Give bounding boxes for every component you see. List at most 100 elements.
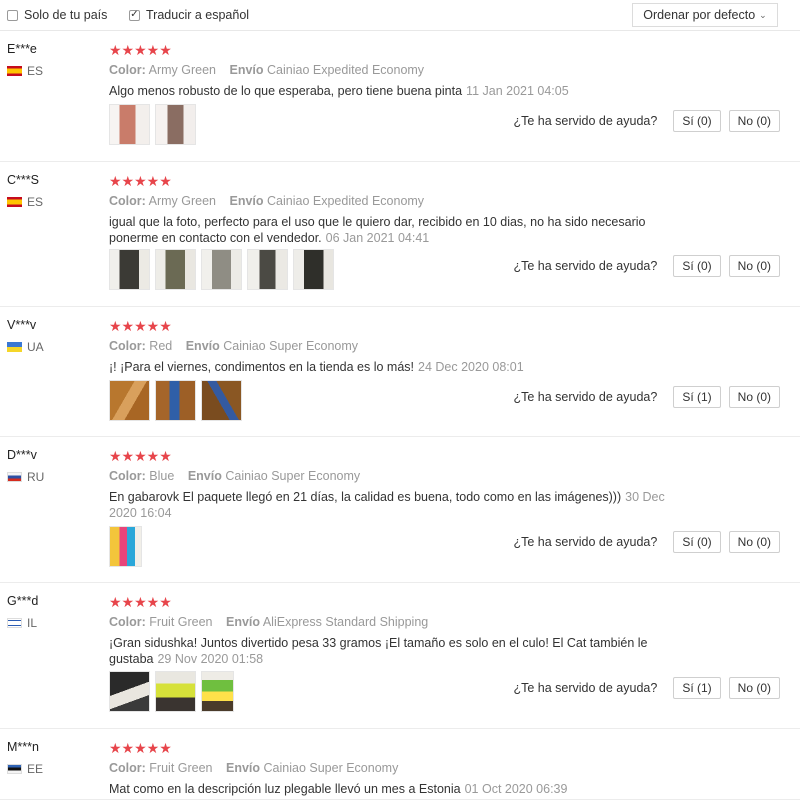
review-photos — [109, 671, 234, 712]
shipping-key: Envío — [226, 615, 261, 629]
review-photo[interactable] — [109, 671, 150, 712]
country-code: EE — [27, 762, 44, 776]
review-text: Mat como en la descripción luz plegable … — [109, 781, 689, 797]
vote-yes-button[interactable]: Sí (0) — [673, 110, 721, 132]
color-value: Army Green — [148, 194, 216, 208]
vote-no-button[interactable]: No (0) — [728, 255, 780, 277]
checkbox-unchecked-icon[interactable] — [7, 9, 18, 21]
estonia-flag-icon — [7, 764, 22, 774]
color-key: Color: — [109, 469, 146, 483]
helpful-votes: ¿Te ha servido de ayuda? Sí (0) No (0) — [513, 110, 780, 132]
color-value: Army Green — [148, 63, 216, 77]
reviewer-name: D***v — [7, 448, 37, 462]
reviewer-name: V***v — [7, 318, 37, 332]
review-meta: Color: Red Envío Cainiao Super Economy — [109, 339, 368, 353]
review-photos — [109, 526, 142, 567]
sort-dropdown[interactable]: Ordenar por defecto ⌄ — [632, 3, 778, 27]
sort-label: Ordenar por defecto — [643, 8, 756, 22]
helpful-question: ¿Te ha servido de ayuda? — [513, 681, 658, 695]
helpful-votes: ¿Te ha servido de ayuda? Sí (1) No (0) — [513, 677, 780, 699]
vote-no-button[interactable]: No (0) — [728, 531, 780, 553]
color-key: Color: — [109, 339, 146, 353]
review-photo[interactable] — [201, 380, 242, 421]
review-photo[interactable] — [201, 671, 234, 712]
review-meta: Color: Fruit Green Envío AliExpress Stan… — [109, 615, 438, 629]
review-photo[interactable] — [155, 380, 196, 421]
spain-flag-icon — [7, 66, 22, 76]
review-date: 29 Nov 2020 01:58 — [157, 652, 264, 666]
review-photo[interactable] — [109, 380, 150, 421]
review-photo[interactable] — [293, 249, 334, 290]
review-photo[interactable] — [247, 249, 288, 290]
vote-no-button[interactable]: No (0) — [728, 386, 780, 408]
helpful-question: ¿Te ha servido de ayuda? — [513, 114, 658, 128]
review-text: ¡Gran sidushka! Juntos divertido pesa 33… — [109, 635, 669, 667]
helpful-votes: ¿Te ha servido de ayuda? Sí (0) No (0) — [513, 531, 780, 553]
review-item: V***v UA ★★★★★ Color: Red Envío Cainiao … — [0, 308, 800, 437]
own-country-checkbox[interactable]: Solo de tu país — [7, 8, 107, 22]
review-photos — [109, 104, 196, 145]
review-item: M***n EE ★★★★★ Color: Fruit Green Envío … — [0, 730, 800, 800]
review-photo[interactable] — [109, 104, 150, 145]
review-photos — [109, 249, 334, 290]
shipping-key: Envío — [226, 761, 261, 775]
vote-yes-button[interactable]: Sí (0) — [673, 531, 721, 553]
shipping-value: Cainiao Super Economy — [225, 469, 361, 483]
helpful-question: ¿Te ha servido de ayuda? — [513, 259, 658, 273]
review-date: 06 Jan 2021 04:41 — [325, 231, 430, 245]
review-photo[interactable] — [109, 526, 142, 567]
review-photo[interactable] — [109, 249, 150, 290]
country-code: ES — [27, 64, 44, 78]
star-rating: ★★★★★ — [109, 318, 172, 334]
review-body: ¡! ¡Para el viernes, condimentos en la t… — [109, 360, 415, 374]
review-item: G***d IL ★★★★★ Color: Fruit Green Envío … — [0, 584, 800, 729]
color-value: Fruit Green — [149, 615, 213, 629]
review-body: Algo menos robusto de lo que esperaba, p… — [109, 84, 463, 98]
color-key: Color: — [109, 615, 146, 629]
filter-bar: Solo de tu país ✓ Traducir a español Ord… — [0, 0, 800, 31]
country-code: ES — [27, 195, 44, 209]
review-photo[interactable] — [155, 249, 196, 290]
review-meta: Color: Blue Envío Cainiao Super Economy — [109, 469, 370, 483]
review-text: En gabarovk El paquete llegó en 21 días,… — [109, 489, 669, 521]
color-value: Fruit Green — [149, 761, 213, 775]
shipping-value: Cainiao Super Economy — [223, 339, 359, 353]
spain-flag-icon — [7, 197, 22, 207]
review-photo[interactable] — [155, 104, 196, 145]
vote-no-button[interactable]: No (0) — [728, 110, 780, 132]
review-meta: Color: Fruit Green Envío Cainiao Super E… — [109, 761, 408, 775]
shipping-value: Cainiao Super Economy — [263, 761, 399, 775]
color-value: Blue — [149, 469, 175, 483]
review-meta: Color: Army Green Envío Cainiao Expedite… — [109, 194, 434, 208]
country-code: UA — [27, 340, 44, 354]
helpful-votes: ¿Te ha servido de ayuda? Sí (0) No (0) — [513, 255, 780, 277]
translate-label: Traducir a español — [146, 8, 250, 22]
review-body: En gabarovk El paquete llegó en 21 días,… — [109, 490, 622, 504]
color-key: Color: — [109, 194, 146, 208]
review-item: D***v RU ★★★★★ Color: Blue Envío Cainiao… — [0, 438, 800, 583]
color-value: Red — [149, 339, 173, 353]
review-body: Mat como en la descripción luz plegable … — [109, 782, 461, 796]
reviewer-name: E***e — [7, 42, 37, 56]
review-meta: Color: Army Green Envío Cainiao Expedite… — [109, 63, 434, 77]
vote-yes-button[interactable]: Sí (0) — [673, 255, 721, 277]
checkbox-checked-icon[interactable]: ✓ — [129, 9, 140, 21]
review-photo[interactable] — [201, 249, 242, 290]
shipping-value: AliExpress Standard Shipping — [262, 615, 429, 629]
vote-yes-button[interactable]: Sí (1) — [673, 677, 721, 699]
ukraine-flag-icon — [7, 342, 22, 352]
vote-no-button[interactable]: No (0) — [728, 677, 780, 699]
review-text: Algo menos robusto de lo que esperaba, p… — [109, 83, 689, 99]
translate-checkbox[interactable]: ✓ Traducir a español — [129, 8, 249, 22]
vote-yes-button[interactable]: Sí (1) — [673, 386, 721, 408]
review-date: 01 Oct 2020 06:39 — [464, 782, 568, 796]
russia-flag-icon — [7, 472, 22, 482]
reviewer-country: UA — [7, 340, 44, 354]
review-photo[interactable] — [155, 671, 196, 712]
star-rating: ★★★★★ — [109, 42, 172, 58]
reviewer-country: RU — [7, 470, 44, 484]
reviewer-name: M***n — [7, 740, 39, 754]
reviewer-country: IL — [7, 616, 37, 630]
helpful-votes: ¿Te ha servido de ayuda? Sí (1) No (0) — [513, 386, 780, 408]
own-country-label: Solo de tu país — [24, 8, 108, 22]
